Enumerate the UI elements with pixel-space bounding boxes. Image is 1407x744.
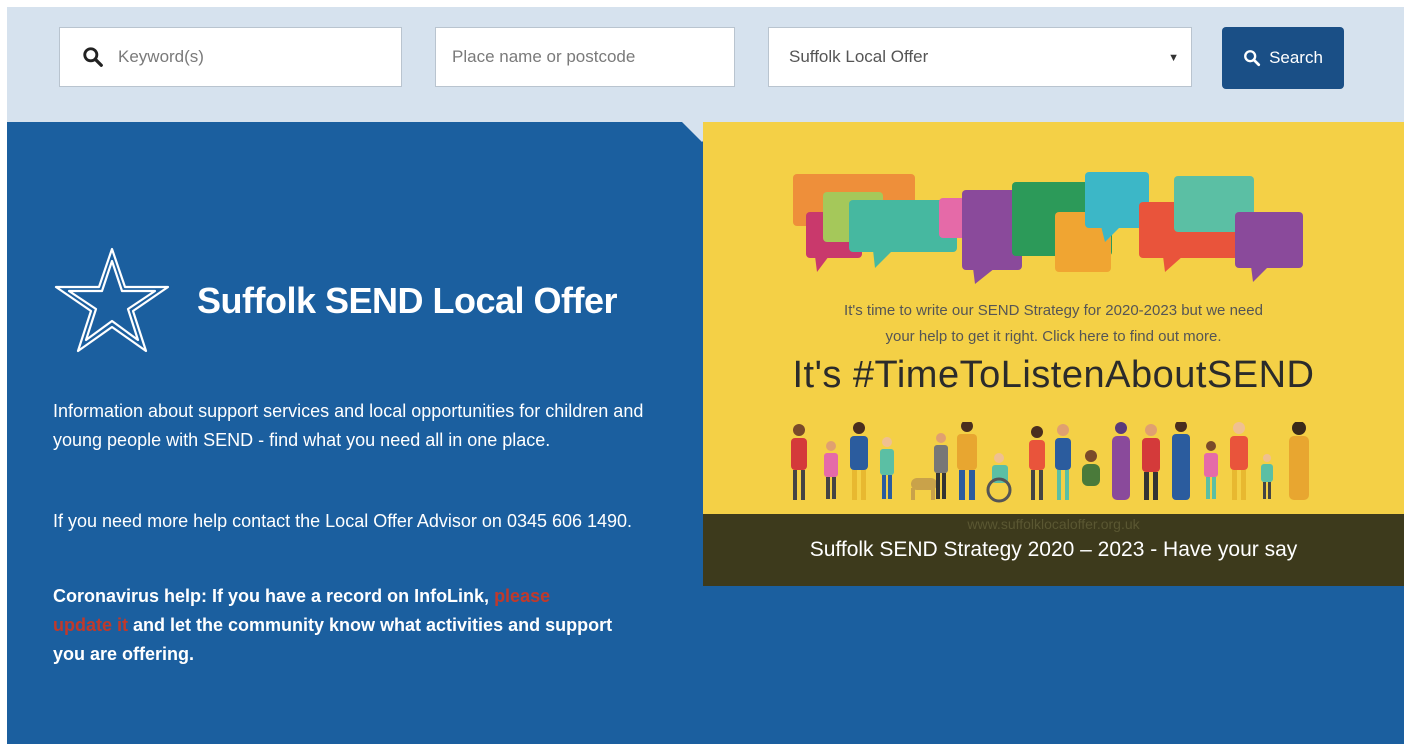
banner-line-1: It's time to write our SEND Strategy for…	[844, 302, 1263, 319]
brand-heading: Suffolk SEND Local Offer	[51, 245, 618, 357]
hero-section: Suffolk SEND Local Offer Information abo…	[7, 122, 1404, 744]
banner-url: www.suffolklocaloffer.org.uk	[967, 516, 1140, 532]
search-button-label: Search	[1269, 48, 1323, 67]
banner-line-2: your help to get it right. Click here to…	[885, 328, 1222, 345]
place-search-field[interactable]: Place name or postcode	[435, 27, 735, 87]
search-bar: Keyword(s) Place name or postcode Suffol…	[7, 7, 1404, 122]
directory-select[interactable]: Suffolk Local Offer ▼	[768, 27, 1192, 87]
banner-hashtag: It's #TimeToListenAboutSEND	[792, 354, 1315, 396]
help-contact-text: If you need more help contact the Local …	[53, 511, 633, 531]
directory-selected-value: Suffolk Local Offer	[789, 47, 929, 66]
star-icon	[54, 247, 170, 353]
search-icon	[83, 47, 103, 67]
search-button[interactable]: Search	[1222, 27, 1344, 89]
corona-prefix: Coronavirus help: If you have a record o…	[53, 586, 495, 606]
dropdown-caret-icon: ▼	[1168, 52, 1179, 64]
banner-footer: www.suffolklocaloffer.org.uk Suffolk SEN…	[703, 514, 1404, 586]
banner-caption: Suffolk SEND Strategy 2020 – 2023 - Have…	[809, 538, 1298, 561]
keyword-placeholder: Keyword(s)	[118, 47, 204, 66]
intro-text: Information about support services and l…	[53, 401, 644, 450]
send-strategy-banner[interactable]: It's time to write our SEND Strategy for…	[703, 122, 1404, 586]
corona-suffix: and let the community know what activiti…	[53, 615, 613, 664]
keyword-search-field[interactable]: Keyword(s)	[59, 27, 402, 87]
speech-bubbles-illustration	[793, 172, 1303, 284]
search-icon	[1244, 50, 1261, 67]
coronavirus-notice: Coronavirus help: If you have a record o…	[53, 582, 613, 669]
place-placeholder: Place name or postcode	[452, 47, 636, 66]
people-illustration	[791, 422, 1309, 503]
page-title: Suffolk SEND Local Offer	[197, 280, 618, 321]
